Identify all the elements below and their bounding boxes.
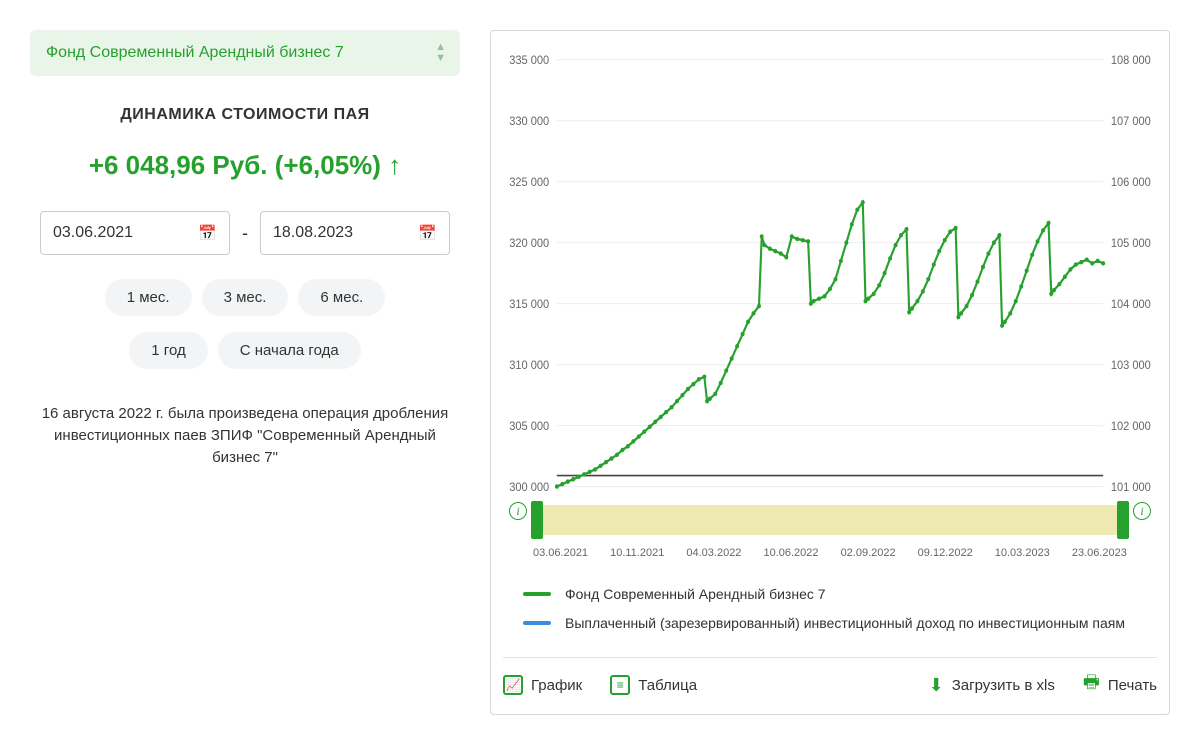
date-to-value: 18.08.2023 (273, 224, 353, 242)
svg-text:330 000: 330 000 (509, 114, 549, 128)
date-from-input[interactable]: 03.06.2021 📅 (40, 211, 230, 255)
calendar-icon: 📅 (198, 224, 217, 242)
x-tick: 09.12.2022 (918, 547, 973, 559)
date-range-separator: - (242, 223, 248, 244)
svg-text:325 000: 325 000 (509, 175, 549, 189)
footnote: 16 августа 2022 г. была произведена опер… (30, 403, 460, 468)
svg-text:300 000: 300 000 (509, 480, 549, 494)
info-icon[interactable]: i (509, 502, 527, 520)
chart-area: 300 000 101 000 305 000 102 000 310 000 103 0… (503, 49, 1157, 497)
chart-panel: 300 000 101 000 305 000 102 000 310 000 103 0… (490, 30, 1170, 715)
legend-label-2: Выплаченный (зарезервированный) инвестиц… (565, 614, 1125, 633)
svg-text:102 000: 102 000 (1111, 419, 1151, 433)
range-navigator[interactable] (533, 505, 1127, 535)
view-chart-label: График (531, 677, 582, 694)
left-panel: Фонд Современный Арендный бизнес 7 ▲▼ ДИ… (30, 30, 460, 715)
table-icon: ≡ (610, 675, 630, 695)
fund-selector[interactable]: Фонд Современный Арендный бизнес 7 ▲▼ (30, 30, 460, 76)
svg-text:310 000: 310 000 (509, 358, 549, 372)
view-table-label: Таблица (638, 677, 697, 694)
legend-item-2: Выплаченный (зарезервированный) инвестиц… (523, 614, 1137, 633)
svg-text:315 000: 315 000 (509, 297, 549, 311)
x-tick: 03.06.2021 (533, 547, 588, 559)
chart-icon: 📈 (503, 675, 523, 695)
line-chart[interactable]: 300 000 101 000 305 000 102 000 310 000 103 0… (503, 49, 1157, 497)
print-icon: 🖶 (1083, 670, 1100, 700)
download-label: Загрузить в xls (952, 677, 1055, 694)
download-xls-button[interactable]: ⬇ Загрузить в xls (929, 675, 1055, 696)
date-to-input[interactable]: 18.08.2023 📅 (260, 211, 450, 255)
x-tick: 04.03.2022 (686, 547, 741, 559)
section-title: ДИНАМИКА СТОИМОСТИ ПАЯ (30, 106, 460, 124)
svg-text:104 000: 104 000 (1111, 297, 1151, 311)
svg-text:107 000: 107 000 (1111, 114, 1151, 128)
print-button[interactable]: 🖶 Печать (1083, 670, 1157, 700)
period-presets-row2: 1 год С начала года (30, 332, 460, 369)
view-chart-button[interactable]: 📈 График (503, 675, 582, 695)
date-range-row: 03.06.2021 📅 - 18.08.2023 📅 (30, 211, 460, 255)
period-6m-button[interactable]: 6 мес. (298, 279, 385, 316)
info-icon[interactable]: i (1133, 502, 1151, 520)
legend: Фонд Современный Арендный бизнес 7 Выпла… (523, 585, 1137, 643)
range-handle-left[interactable] (531, 501, 543, 539)
svg-text:105 000: 105 000 (1111, 236, 1151, 250)
print-label: Печать (1108, 677, 1157, 694)
x-tick: 10.03.2023 (995, 547, 1050, 559)
x-tick: 02.09.2022 (841, 547, 896, 559)
svg-text:103 000: 103 000 (1111, 358, 1151, 372)
legend-swatch-blue (523, 621, 551, 625)
legend-item-1: Фонд Современный Арендный бизнес 7 (523, 585, 1137, 604)
download-icon: ⬇ (929, 675, 944, 696)
x-tick: 23.06.2023 (1072, 547, 1127, 559)
period-ytd-button[interactable]: С начала года (218, 332, 361, 369)
svg-text:320 000: 320 000 (509, 236, 549, 250)
period-1m-button[interactable]: 1 мес. (105, 279, 192, 316)
svg-text:106 000: 106 000 (1111, 175, 1151, 189)
period-1y-button[interactable]: 1 год (129, 332, 207, 369)
legend-swatch-green (523, 592, 551, 596)
view-table-button[interactable]: ≡ Таблица (610, 675, 697, 695)
range-handle-right[interactable] (1117, 501, 1129, 539)
svg-text:108 000: 108 000 (1111, 53, 1151, 67)
x-tick: 10.11.2021 (610, 547, 664, 559)
period-presets-row1: 1 мес. 3 мес. 6 мес. (30, 279, 460, 316)
fund-selector-label: Фонд Современный Арендный бизнес 7 (46, 44, 344, 61)
price-delta: +6 048,96 Руб. (+6,05%) ↑ (30, 150, 460, 181)
svg-text:101 000: 101 000 (1111, 480, 1151, 494)
chart-actions: 📈 График ≡ Таблица ⬇ Загрузить в xls 🖶 П… (503, 657, 1157, 700)
x-tick: 10.06.2022 (763, 547, 818, 559)
svg-text:335 000: 335 000 (509, 53, 549, 67)
x-axis-tick-row: 03.06.2021 10.11.2021 04.03.2022 10.06.2022… (533, 547, 1127, 559)
period-3m-button[interactable]: 3 мес. (202, 279, 289, 316)
legend-label-1: Фонд Современный Арендный бизнес 7 (565, 585, 826, 604)
svg-text:305 000: 305 000 (509, 419, 549, 433)
nav-strip-container: i i (503, 497, 1157, 539)
date-from-value: 03.06.2021 (53, 224, 133, 242)
calendar-icon: 📅 (418, 224, 437, 242)
chevron-updown-icon: ▲▼ (435, 42, 446, 64)
